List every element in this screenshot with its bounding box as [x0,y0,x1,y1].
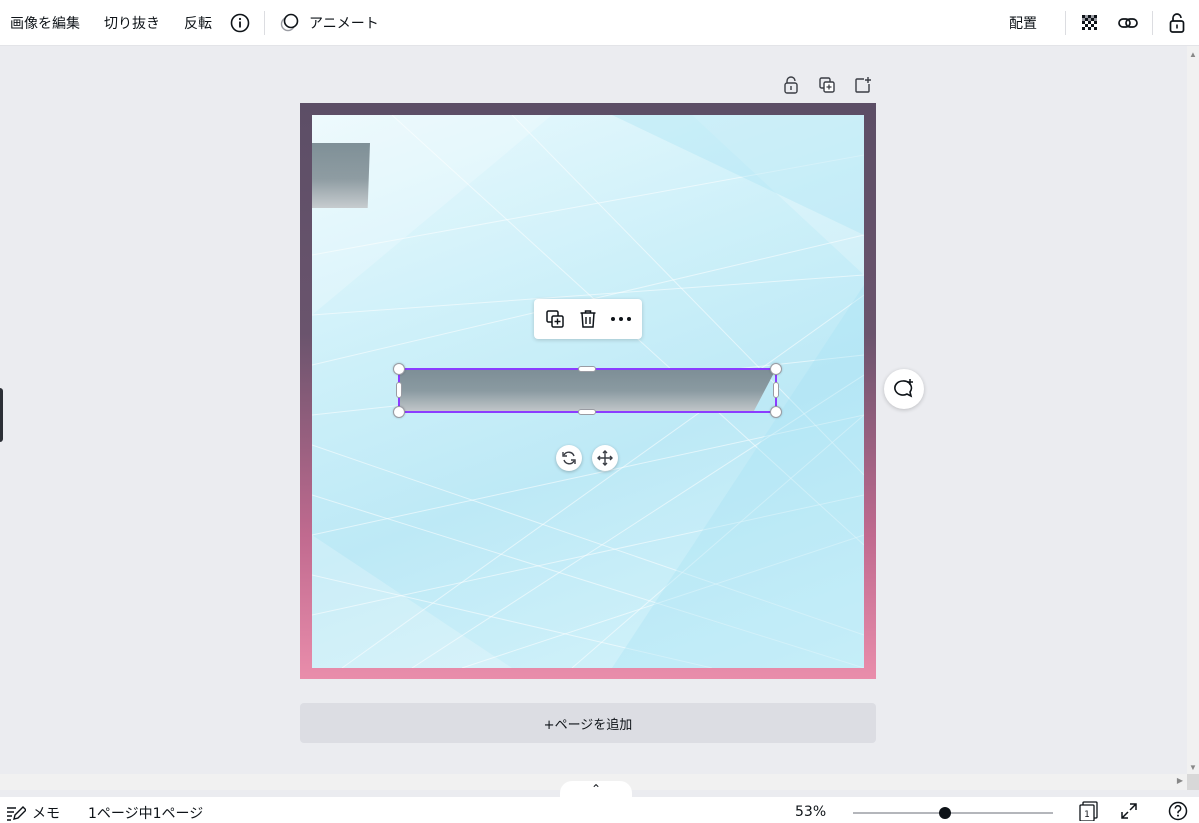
info-icon[interactable] [224,7,256,39]
comment-add-icon[interactable] [884,369,924,409]
vertical-scrollbar[interactable]: ▲ ▼ [1187,46,1199,774]
chevron-up-icon: ⌃ [590,782,602,796]
page-count: 1ページ中1ページ [88,806,204,822]
flip-button[interactable]: 反転 [172,7,224,39]
position-button[interactable]: 配置 [999,7,1057,39]
element-floating-toolbar [534,299,642,339]
zoom-slider[interactable] [853,807,1053,819]
toolbar-divider [1065,11,1066,35]
scroll-up-icon[interactable]: ▲ [1189,50,1197,59]
add-page-button[interactable]: +ページを追加 [300,703,876,743]
animate-button[interactable]: アニメート [273,7,391,39]
page-duplicate-icon[interactable] [812,72,842,98]
resize-handle-top-left[interactable] [393,363,405,375]
toolbar-divider [1152,11,1153,35]
lock-icon[interactable] [1161,7,1193,39]
top-toolbar: 画像を編集 切り抜き 反転 アニメート 配置 [0,0,1199,46]
page-add-icon[interactable] [848,72,878,98]
rotate-icon[interactable] [556,445,582,471]
resize-handle-bottom-left[interactable] [393,406,405,418]
link-icon[interactable] [1112,7,1144,39]
side-panel-toggle[interactable] [0,388,3,442]
animate-label: アニメート [309,15,379,32]
edit-image-button[interactable]: 画像を編集 [0,7,92,39]
resize-handle-right[interactable] [773,382,779,398]
memo-label: メモ [32,806,60,822]
scroll-right-icon[interactable]: ▶ [1177,776,1183,785]
page-thumb-number: 1 [1084,810,1090,820]
copy-icon[interactable] [540,304,570,334]
help-icon[interactable] [1166,801,1190,821]
crop-button[interactable]: 切り抜き [92,7,172,39]
scrollbar-corner [1187,774,1199,790]
page-controls [776,72,878,98]
memo-icon [6,805,26,821]
page-lock-icon[interactable] [776,72,806,98]
transparency-icon[interactable] [1074,7,1106,39]
pages-icon[interactable]: 1 [1077,801,1101,821]
resize-handle-left[interactable] [396,382,402,398]
animate-icon [273,13,301,33]
resize-handle-bottom-right[interactable] [770,406,782,418]
resize-handle-top[interactable] [578,366,596,372]
gray-gradient-shape[interactable] [312,143,370,208]
zoom-slider-knob[interactable] [939,807,951,819]
toolbar-divider [264,10,265,35]
memo-button[interactable]: メモ [6,803,60,823]
resize-handle-top-right[interactable] [770,363,782,375]
bottom-bar: メモ 1ページ中1ページ 53% 1 [0,797,1199,823]
move-icon[interactable] [592,445,618,471]
trash-icon[interactable] [573,304,603,334]
more-icon[interactable] [606,304,636,334]
fullscreen-icon[interactable] [1117,801,1141,821]
collapse-panel-button[interactable]: ⌃ [560,781,632,797]
resize-handle-bottom[interactable] [578,409,596,415]
selection-border [398,368,777,413]
zoom-percentage[interactable]: 53% [795,804,826,820]
scroll-down-icon[interactable]: ▼ [1189,763,1197,772]
